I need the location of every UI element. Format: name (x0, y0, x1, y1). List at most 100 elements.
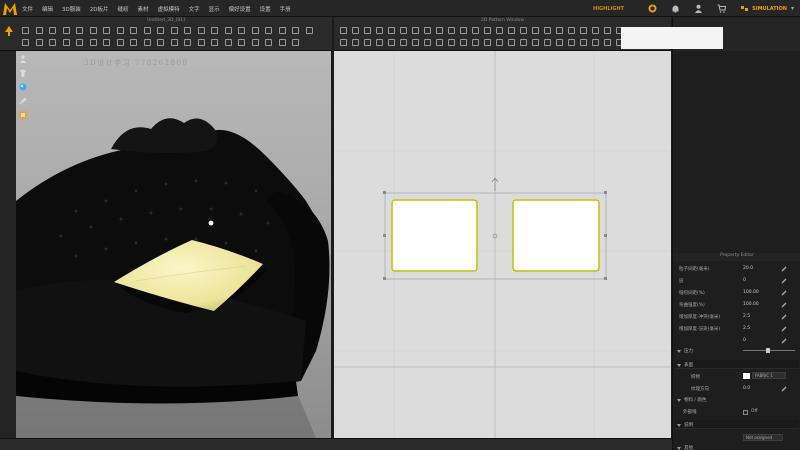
chevron-down-icon[interactable]: ▾ (791, 5, 794, 12)
viewport-3d[interactable]: 3D设计学习 778262800 (16, 51, 331, 438)
tool-icon[interactable] (211, 39, 218, 46)
tool-icon[interactable] (238, 39, 245, 46)
outline-checkbox[interactable] (743, 410, 748, 415)
expand-triangle-icon[interactable] (677, 363, 681, 367)
assign-dropdown[interactable]: Not assigned (743, 434, 783, 441)
tool-icon[interactable] (496, 27, 503, 34)
tool-icon[interactable] (352, 39, 359, 46)
tool-icon[interactable] (496, 39, 503, 46)
section-description[interactable]: 说明 (677, 422, 693, 428)
mode-switch-icon[interactable] (740, 4, 749, 13)
pencil-icon[interactable] (781, 326, 787, 332)
tool-icon[interactable] (520, 39, 527, 46)
prop-value[interactable]: 0 (743, 278, 773, 283)
tool-icon[interactable] (424, 39, 431, 46)
prop-value[interactable]: 0.0 (743, 386, 773, 391)
tool-icon[interactable] (460, 27, 467, 34)
tool-icon[interactable] (116, 27, 124, 34)
tool-icon[interactable] (251, 27, 259, 34)
expand-triangle-icon[interactable] (677, 423, 681, 427)
viewport-2d-pattern[interactable] (334, 51, 671, 438)
tool-icon[interactable] (35, 39, 43, 46)
tool-icon[interactable] (604, 39, 611, 46)
tool-icon[interactable] (35, 27, 43, 34)
shrink-slider-handle[interactable] (766, 348, 770, 353)
pencil-icon[interactable] (781, 290, 787, 296)
pencil-icon[interactable] (781, 338, 787, 344)
app-logo-icon[interactable] (2, 1, 18, 16)
section-material[interactable]: 物料 / 颜色 (677, 397, 706, 403)
tool-icon[interactable] (238, 27, 245, 34)
tool-icon[interactable] (76, 27, 83, 34)
tool-icon[interactable] (484, 27, 491, 34)
gold-coin-icon[interactable] (648, 4, 657, 13)
tool-icon[interactable] (89, 39, 97, 46)
section-other[interactable]: 其他 (677, 445, 693, 450)
tool-icon[interactable] (143, 39, 151, 46)
tool-icon[interactable] (340, 39, 347, 46)
tool-icon[interactable] (472, 39, 479, 46)
tool-icon[interactable] (436, 27, 443, 34)
tool-icon[interactable] (103, 27, 110, 34)
tool-icon[interactable] (352, 27, 359, 34)
tool-icon[interactable] (448, 27, 455, 34)
tool-icon[interactable] (376, 39, 383, 46)
tool-icon[interactable] (388, 39, 395, 46)
tool-icon[interactable] (412, 39, 419, 46)
pencil-icon[interactable] (781, 266, 787, 272)
expand-triangle-icon[interactable] (677, 446, 681, 450)
tool-icon[interactable] (532, 27, 539, 34)
pattern-canvas[interactable] (334, 51, 671, 438)
tool-icon[interactable] (184, 39, 191, 46)
tool-icon[interactable] (292, 39, 299, 46)
tool-icon[interactable] (508, 39, 515, 46)
tool-icon[interactable] (278, 39, 286, 46)
tool-icon[interactable] (224, 39, 232, 46)
tool-icon[interactable] (592, 27, 599, 34)
pencil-icon[interactable] (781, 314, 787, 320)
tool-icon[interactable] (49, 27, 56, 34)
tool-icon[interactable] (340, 27, 347, 34)
tool-icon[interactable] (265, 39, 272, 46)
tool-icon[interactable] (62, 27, 70, 34)
tool-icon[interactable] (89, 27, 97, 34)
tool-icon[interactable] (424, 27, 431, 34)
menu-item-3d-garment[interactable]: 3D服装 (62, 5, 81, 13)
tool-icon[interactable] (278, 27, 286, 34)
tool-icon[interactable] (197, 27, 205, 34)
menu-item-file[interactable]: 文件 (22, 5, 33, 13)
tool-icon[interactable] (508, 27, 515, 34)
tool-icon[interactable] (305, 27, 313, 34)
tool-icon[interactable] (22, 39, 29, 46)
tool-icon[interactable] (400, 39, 407, 46)
menu-item-display[interactable]: 显示 (209, 5, 220, 13)
tool-icon[interactable] (364, 39, 371, 46)
prop-value[interactable]: 0 (743, 338, 773, 343)
tool-icon[interactable] (580, 27, 587, 34)
tool-icon[interactable] (251, 39, 259, 46)
tool-icon[interactable] (544, 39, 551, 46)
simulation-mode-label[interactable]: SIMULATION (752, 6, 787, 12)
tool-icon[interactable] (580, 39, 587, 46)
tool-icon[interactable] (170, 39, 178, 46)
tool-icon[interactable] (568, 27, 575, 34)
library-side-strip[interactable] (0, 51, 16, 441)
tool-icon[interactable] (22, 27, 29, 34)
menu-item-edit[interactable]: 编辑 (42, 5, 53, 13)
menu-item-2d-pattern[interactable]: 2D板片 (90, 5, 109, 13)
fabric-swatch[interactable] (743, 373, 750, 379)
tool-icon[interactable] (184, 27, 191, 34)
tool-icon[interactable] (170, 27, 178, 34)
tool-icon[interactable] (76, 39, 83, 46)
menu-item-manual[interactable]: 手册 (280, 5, 291, 13)
expand-triangle-icon[interactable] (677, 398, 681, 402)
tool-icon[interactable] (532, 39, 539, 46)
prop-value[interactable]: 2.5 (743, 314, 773, 319)
tool-icon[interactable] (224, 27, 232, 34)
prop-value[interactable]: 100.00 (743, 290, 773, 295)
menu-item-avatar[interactable]: 虚拟模特 (158, 5, 180, 13)
tool-icon[interactable] (103, 39, 110, 46)
pencil-icon[interactable] (781, 386, 787, 392)
tool-icon[interactable] (472, 27, 479, 34)
menu-item-preferences[interactable]: 偏好设置 (229, 5, 251, 13)
